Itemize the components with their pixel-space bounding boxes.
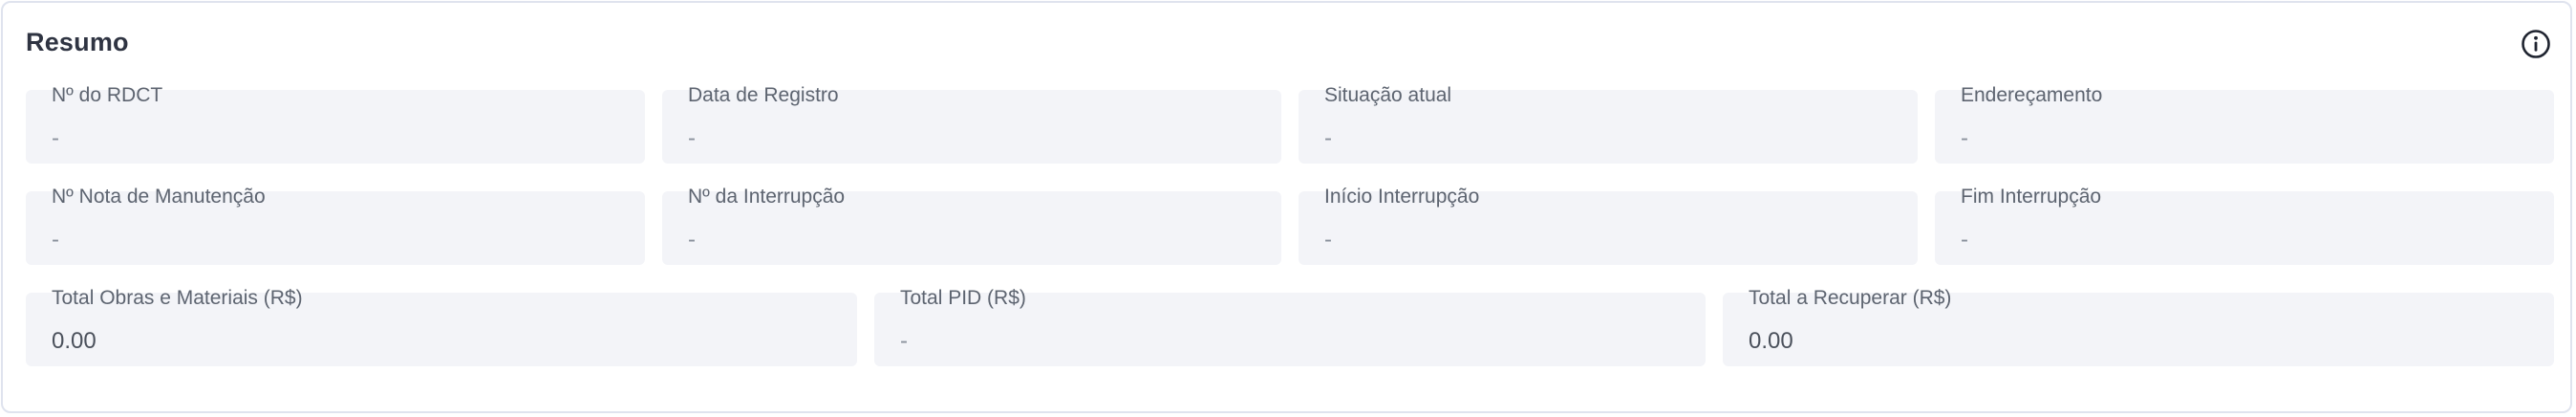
field-label: Total PID (R$) — [900, 287, 1026, 309]
field-label: Nº Nota de Manutenção — [52, 186, 266, 208]
field-total-pid[interactable]: Total PID (R$) - — [874, 287, 1706, 366]
field-value: - — [900, 328, 908, 354]
field-maintenance-note-number[interactable]: Nº Nota de Manutenção - — [26, 186, 645, 265]
field-interruption-number[interactable]: Nº da Interrupção - — [662, 186, 1281, 265]
summary-card: Resumo Nº do RDCT - Data de Registro - S… — [1, 1, 2572, 413]
field-value: - — [52, 227, 59, 252]
info-icon[interactable] — [2521, 29, 2551, 59]
field-value: - — [688, 125, 696, 151]
field-value: - — [1324, 227, 1332, 252]
field-interruption-start[interactable]: Início Interrupção - — [1299, 186, 1918, 265]
card-title: Resumo — [26, 28, 129, 56]
field-interruption-end[interactable]: Fim Interrupção - — [1935, 186, 2554, 265]
field-value: - — [688, 227, 696, 252]
field-label: Total Obras e Materiais (R$) — [52, 287, 303, 309]
field-value: 0.00 — [1749, 328, 1793, 354]
field-label: Total a Recuperar (R$) — [1749, 287, 1952, 309]
field-registration-date[interactable]: Data de Registro - — [662, 84, 1281, 164]
field-total-works-materials[interactable]: Total Obras e Materiais (R$) 0.00 — [26, 287, 857, 366]
field-value: 0.00 — [52, 328, 97, 354]
field-label: Início Interrupção — [1324, 186, 1480, 208]
field-label: Data de Registro — [688, 84, 839, 106]
field-addressing[interactable]: Endereçamento - — [1935, 84, 2554, 164]
field-current-status[interactable]: Situação atual - — [1299, 84, 1918, 164]
field-label: Nº da Interrupção — [688, 186, 846, 208]
field-rdct-number[interactable]: Nº do RDCT - — [26, 84, 645, 164]
field-value: - — [1961, 227, 1968, 252]
field-value: - — [1324, 125, 1332, 151]
field-value: - — [52, 125, 59, 151]
field-label: Situação atual — [1324, 84, 1452, 106]
field-value: - — [1961, 125, 1968, 151]
field-label: Fim Interrupção — [1961, 186, 2102, 208]
field-total-to-recover[interactable]: Total a Recuperar (R$) 0.00 — [1723, 287, 2554, 366]
field-label: Nº do RDCT — [52, 84, 163, 106]
field-label: Endereçamento — [1961, 84, 2103, 106]
